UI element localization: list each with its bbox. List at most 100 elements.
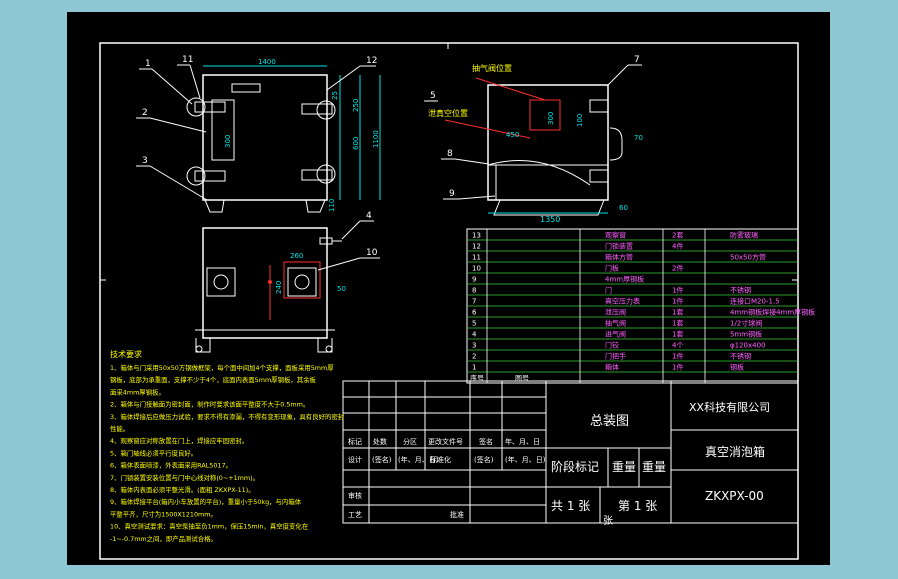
leader (454, 158, 490, 165)
latch-bar (194, 101, 226, 113)
dim-110: 110 (328, 199, 336, 212)
bom-row-qty: 2套 (672, 231, 683, 240)
window-icon (206, 267, 236, 297)
bom-row-qty: 1件 (672, 286, 683, 295)
leader (606, 64, 629, 87)
bom-row-note: 钢板 (730, 363, 744, 372)
front-leg (204, 199, 225, 213)
title-block: 总装图 XX科技有限公司 真空消泡箱 ZKXPX-00 阶段标记 重量 重量 共… (342, 380, 799, 527)
bom-row-qty: 4个 (672, 342, 683, 350)
balloon-4: 4 (366, 211, 372, 221)
bom-row-name: 箱体 (605, 363, 619, 372)
tb-total-sheets: 共 1 张 (551, 499, 590, 513)
bom-row-note: 4mm钢板焊接4mm厚钢板 (730, 308, 815, 317)
tb-product: 真空消泡箱 (705, 444, 765, 459)
balloon-10: 9 (449, 189, 455, 199)
leader (458, 195, 496, 200)
window-frame (283, 261, 321, 299)
bom-row-qty: 4件 (672, 242, 683, 251)
bom-row-no: 12 (472, 243, 481, 251)
tb-sign-paren: (签名) (372, 455, 392, 464)
caster-icon (195, 345, 203, 353)
tb-assembly: 总装图 (590, 414, 629, 429)
bom-row-no: 11 (472, 254, 481, 262)
bom-row-name: 抽气阀 (605, 319, 626, 328)
bom-row-name: 门锁装置 (605, 242, 633, 251)
tb-review: 审核 (348, 491, 362, 500)
dim-600: 600 (352, 137, 360, 150)
latch-bar (194, 170, 226, 182)
label-release: 泄真空位置 (428, 108, 468, 118)
side-curve (487, 160, 591, 186)
bom-row-qty: 1套 (672, 330, 683, 339)
bom-row-qty: 1件 (672, 297, 683, 306)
bom-row-name: 泄压阀 (605, 308, 626, 317)
bom-row-qty: 1套 (672, 308, 683, 317)
side-view: 抽气阀位置 泄真空位置 1350 450 300 100 70 60 5 7 8… (424, 55, 643, 224)
window-icon (294, 274, 310, 290)
tb-weight2: 重量 (642, 460, 666, 474)
bom-row-note: 不锈钢 (730, 286, 751, 295)
bom-row-note: 不锈钢 (730, 352, 751, 361)
note-line: 1、箱体与门采用50x50方钢做框架，每个面中间加4个支撑，面板采用5mm厚 (110, 363, 334, 372)
tech-notes: 技术要求 1、箱体与门采用50x50方钢做框架，每个面中间加4个支撑，面板采用5… (110, 349, 345, 543)
tb-approve: 批准 (450, 510, 464, 519)
balloon-5: 5 (430, 91, 436, 101)
note-line: 钢板，底部为承重面，支撑不少于4个，底面内表面5mm厚钢板，其余板 (110, 375, 317, 384)
tb-h-sign: 签名 (479, 437, 493, 446)
bom-row-note: 1/2寸球阀 (730, 319, 762, 328)
dim-300: 300 (224, 135, 232, 148)
top-leg (317, 338, 333, 353)
tb-h-zone: 分区 (403, 437, 417, 446)
window-icon (287, 267, 317, 297)
tb-h-count: 处数 (373, 437, 387, 446)
dim-450: 450 (506, 131, 519, 139)
tb-h-mark: 标记 (348, 437, 362, 446)
note-line: -1~-0.7mm之间，即产品测试合格。 (110, 534, 217, 543)
tb-h-change: 更改文件号 (428, 437, 463, 446)
bom-row-no: 1 (472, 364, 476, 372)
bom-row-name: 4mm厚钢板 (605, 275, 644, 284)
bom-row-no: 6 (472, 309, 477, 317)
side-bracket (589, 99, 609, 113)
dim-240: 240 (275, 281, 283, 294)
bom-row-no: 4 (472, 331, 477, 339)
bom-row-no: 7 (472, 298, 476, 306)
tb-design: 设计 (348, 455, 362, 464)
balloon-2: 2 (142, 108, 148, 118)
note-line: 平整平齐，尺寸为1500X1210mm。 (110, 509, 217, 518)
balloon-8: 8 (447, 149, 453, 159)
bom-row-note: φ120x400 (730, 342, 765, 350)
top-view: 260 50 240 4 10 (195, 211, 380, 353)
front-handle (211, 99, 235, 161)
bom-row-name: 门铰 (605, 341, 619, 350)
note-line: 8、箱体内表面必须平整光滑。(面粗 ZKXPX-11)。 (110, 485, 255, 494)
leader (341, 220, 361, 240)
bom-row-qty: 1件 (672, 363, 683, 372)
balloon-9: 11 (182, 55, 193, 65)
bom-row-name: 观察窗 (605, 231, 626, 240)
bom-row-no: 10 (472, 265, 481, 273)
label-intake: 抽气阀位置 (472, 63, 512, 73)
tb-process: 工艺 (348, 511, 362, 519)
tb-date-paren2: (年、月、日) (505, 455, 546, 464)
bom-row-no: 2 (472, 353, 476, 361)
dim-260: 260 (290, 252, 303, 260)
note-line: 6、箱体表面喷漆，外表面采用RAL5017。 (110, 461, 232, 470)
dim-1100: 1100 (372, 130, 380, 148)
dim-100: 100 (576, 114, 584, 127)
bom-row-qty: 1件 (672, 352, 683, 361)
tb-sheet-no: 第 1 张 (618, 499, 657, 513)
front-view: 1400 25 250 600 1100 300 110 1 11 2 3 12 (136, 55, 381, 213)
dim-25: 25 (331, 91, 339, 100)
note-line: 面采4mm厚钢板。 (110, 387, 165, 396)
dim-50: 50 (337, 285, 346, 293)
note-line: 10、真空测试要求：真空泵抽至负1mm，保压15min，真空度变化在 (110, 522, 308, 531)
top-leg (195, 338, 211, 353)
leader (326, 65, 361, 91)
front-top-bar (231, 83, 261, 93)
bom-row-no: 8 (472, 287, 476, 295)
note-line: 性能。 (110, 424, 129, 433)
bom-row-qty: 2件 (672, 264, 683, 273)
note-line: 5、箱门轴线必须平行度良好。 (110, 448, 197, 457)
